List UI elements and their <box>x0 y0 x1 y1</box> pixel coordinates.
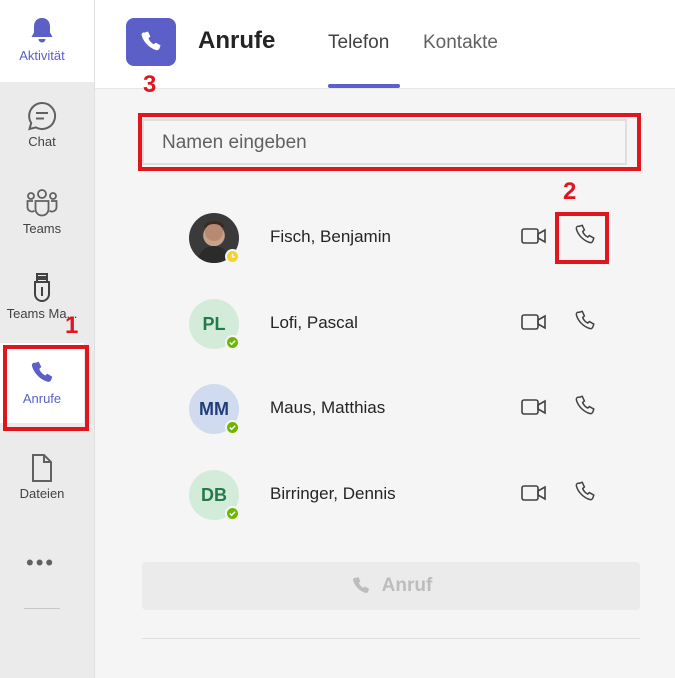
tab-kontakte[interactable]: Kontakte <box>423 32 498 54</box>
rail-item-activity[interactable]: Aktivität <box>0 0 84 80</box>
active-tab-indicator <box>328 84 400 88</box>
phone-icon <box>352 577 369 593</box>
call-button[interactable]: Anruf <box>142 562 640 610</box>
calls-panel: Anrufe Telefon Kontakte Namen eingeben F… <box>95 0 675 678</box>
contact-row: DB Birringer, Dennis <box>95 460 675 530</box>
rail-item-label: Teams <box>22 221 62 236</box>
rail-item-files[interactable]: Dateien <box>0 438 84 518</box>
calls-app-icon <box>126 18 176 66</box>
teams-icon <box>25 187 59 219</box>
contact-name: Birringer, Dennis <box>270 484 396 503</box>
highlight-box-call-icon <box>555 212 609 264</box>
status-available-icon <box>225 506 240 521</box>
more-apps-button[interactable]: ••• <box>26 550 55 576</box>
rail-item-chat[interactable]: Chat <box>0 86 84 166</box>
contact-name: Lofi, Pascal <box>270 313 358 332</box>
status-available-icon <box>225 420 240 435</box>
video-call-icon[interactable] <box>521 483 547 508</box>
contact-name: Fisch, Benjamin <box>270 227 391 246</box>
audio-call-icon[interactable] <box>573 480 597 509</box>
page-title: Anrufe <box>198 27 276 54</box>
tab-telefon[interactable]: Telefon <box>328 32 389 54</box>
rail-item-label: Chat <box>28 134 56 149</box>
app-rail: Aktivität Chat Teams Teams Ma... Anrufe … <box>0 0 95 678</box>
divider <box>142 638 640 639</box>
audio-call-icon[interactable] <box>573 309 597 338</box>
highlight-box-calls <box>3 345 89 431</box>
contact-name: Maus, Matthias <box>270 398 386 417</box>
file-icon <box>30 452 54 484</box>
video-call-icon[interactable] <box>521 312 547 337</box>
video-call-icon[interactable] <box>521 397 547 422</box>
bell-icon <box>29 14 55 46</box>
annotation-number-2: 2 <box>563 178 577 205</box>
usb-icon <box>32 272 52 304</box>
status-away-icon <box>225 249 240 264</box>
annotation-number-1: 1 <box>65 312 79 339</box>
contact-row: PL Lofi, Pascal <box>95 289 675 359</box>
rail-divider <box>24 608 60 609</box>
rail-item-label: Dateien <box>19 486 65 501</box>
app-header: Anrufe Telefon Kontakte <box>95 0 675 89</box>
video-call-icon[interactable] <box>521 226 547 251</box>
rail-item-teams[interactable]: Teams <box>0 173 84 253</box>
contact-row: MM Maus, Matthias <box>95 374 675 444</box>
rail-item-label: Aktivität <box>19 48 65 63</box>
phone-icon <box>141 31 161 51</box>
call-button-label: Anruf <box>381 575 433 596</box>
highlight-box-search <box>138 113 641 171</box>
status-available-icon <box>225 335 240 350</box>
chat-icon <box>26 100 58 132</box>
annotation-number-3: 3 <box>143 71 157 98</box>
audio-call-icon[interactable] <box>573 394 597 423</box>
